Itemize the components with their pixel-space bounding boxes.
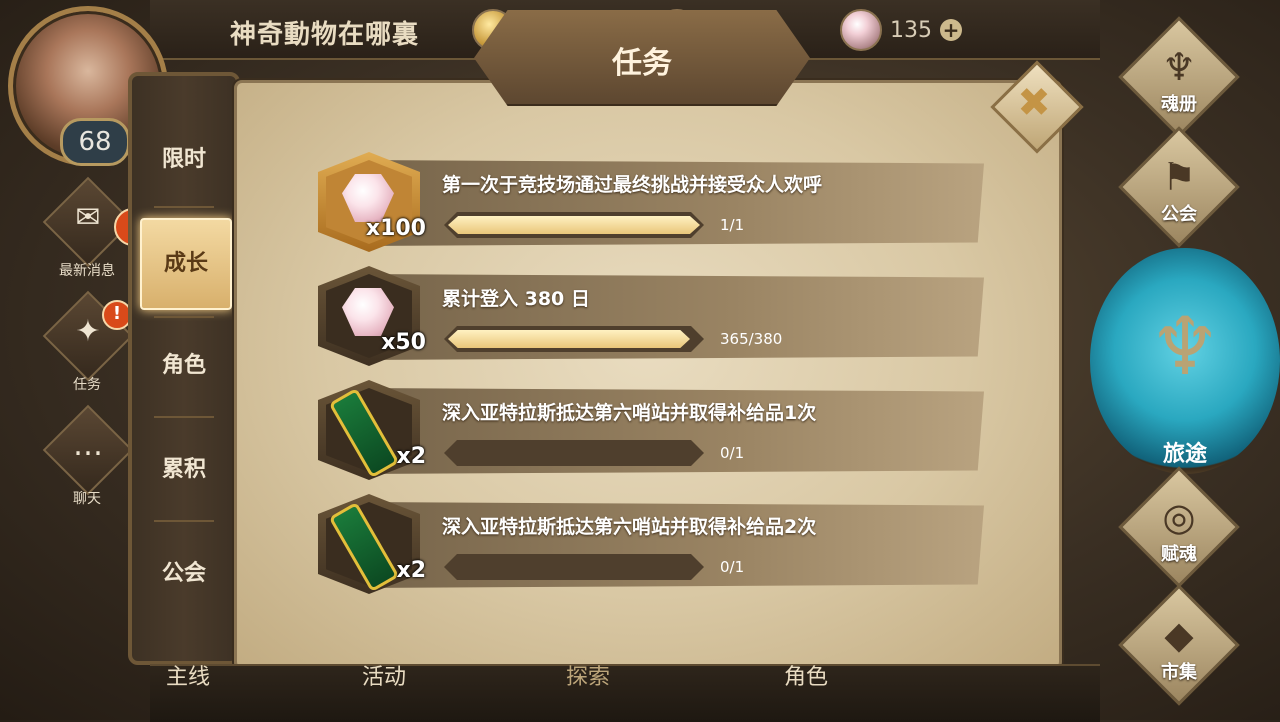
progress-text: 0/1 [720,444,745,462]
reward-quantity: x100 [365,216,426,241]
progress-text: 0/1 [720,558,745,576]
tab-guild[interactable]: 公会 [140,530,228,618]
soul-swirl-icon: ◎ [1162,495,1196,539]
progress-bar [444,440,704,466]
chat-button[interactable]: … 聊天 [42,404,134,514]
soul-book-label: 魂册 [1161,94,1197,115]
task-row[interactable]: x100 第一次于竞技场通过最终挑战并接受众人欢呼 1/1 [318,152,986,252]
reward-quantity: x50 [381,330,426,355]
gem-resource[interactable]: 135 + [840,6,962,54]
task-row[interactable]: x50 累计登入 380 日 365/380 [318,266,986,366]
bottom-nav [150,664,1100,722]
nav-events[interactable]: 活动 [362,664,406,720]
progress-fill [448,330,690,348]
tab-limited[interactable]: 限时 [140,116,228,204]
progress-bar [444,554,704,580]
cat-mail-icon: ✉ [75,200,101,235]
guild-button[interactable]: ⚑ 公会 [1106,126,1252,250]
task-description: 深入亚特拉斯抵达第六哨站并取得补给品1次 [442,402,817,424]
news-button[interactable]: ✉ 最新消息 [42,176,134,286]
chat-bubble-icon: … [73,428,103,463]
task-row[interactable]: x2 深入亚特拉斯抵达第六哨站并取得补给品1次 0/1 [318,380,986,480]
task-description: 第一次于竞技场通过最终挑战并接受众人欢呼 [442,174,823,196]
progress-text: 365/380 [720,330,783,348]
tasks-label: 任务 [73,377,101,393]
market-button[interactable]: ◆ 市集 [1106,584,1252,708]
player-level-badge: 68 [60,118,130,166]
nav-main-story[interactable]: 主线 [166,664,210,720]
gem-icon [840,9,882,51]
gem-value: 135 [890,17,932,43]
server-name: 神奇動物在哪裏 [230,20,420,50]
tab-character[interactable]: 角色 [140,322,228,410]
panel-title: 任务 [612,46,672,81]
guild-label: 公会 [1161,204,1197,225]
quest-shield-icon: ✦ [75,314,101,349]
tab-divider [154,206,214,218]
task-description: 累计登入 380 日 [442,288,590,310]
progress-fill [448,216,700,234]
chat-label: 聊天 [73,491,101,507]
market-label: 市集 [1161,662,1197,683]
soul-book-icon: ♆ [1161,45,1197,89]
guild-banner-icon: ⚑ [1161,155,1197,199]
nav-explore[interactable]: 探索 [566,664,610,720]
journey-label: 旅途 [1162,442,1207,467]
tab-growth[interactable]: 成长 [140,218,232,310]
nav-character[interactable]: 角色 [784,664,828,720]
journey-emblem-icon: ♆ [1149,300,1221,393]
news-label: 最新消息 [59,263,115,279]
soul-bind-button[interactable]: ◎ 赋魂 [1106,466,1252,590]
close-icon[interactable]: ✖ [1004,74,1064,134]
reward-quantity: x2 [396,558,427,583]
add-gem-button[interactable]: + [940,19,962,41]
market-gem-icon: ◆ [1164,613,1194,657]
tab-cumulative[interactable]: 累积 [140,426,228,514]
reward-quantity: x2 [396,444,427,469]
category-tabs: 限时 成长 角色 累积 公会 [128,72,240,665]
soul-book-button[interactable]: ♆ 魂册 [1106,16,1252,140]
soul-bind-label: 赋魂 [1161,544,1197,565]
progress-text: 1/1 [720,216,745,234]
task-description: 深入亚特拉斯抵达第六哨站并取得补给品2次 [442,516,817,538]
task-row[interactable]: x2 深入亚特拉斯抵达第六哨站并取得补给品2次 0/1 [318,494,986,594]
